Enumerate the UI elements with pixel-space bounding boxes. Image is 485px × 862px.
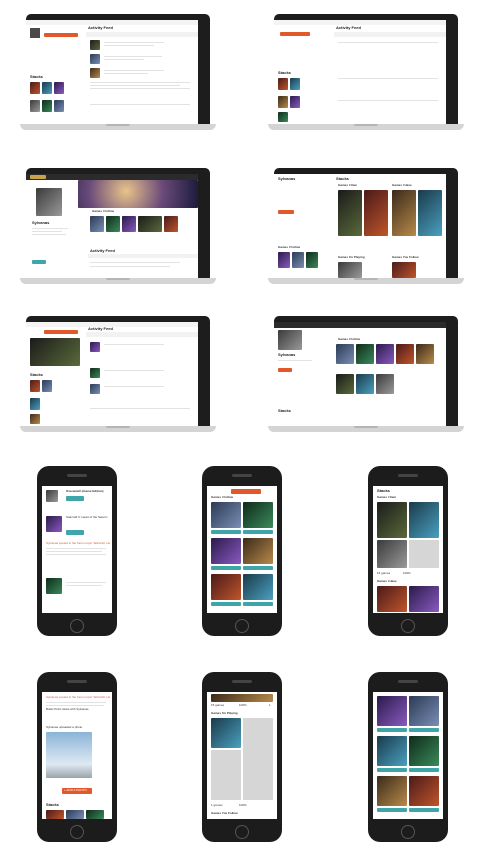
news-line: Bullet Point ranks with Sylvanas [46, 708, 89, 711]
percent: 100% [403, 572, 411, 575]
profile-follow-button[interactable] [32, 260, 46, 264]
profile-name: Sylvanas [278, 352, 296, 357]
follow-button[interactable] [211, 530, 241, 534]
profile-banner [78, 180, 198, 208]
games-i-follow-label: Games I Follow [338, 338, 361, 341]
laptop-stacks: Sylvanas Stacks Games I Own Games I Have… [268, 168, 464, 286]
follow-button[interactable] [44, 330, 78, 334]
post-link[interactable]: Sylvanas posted in the forum topic: Warc… [46, 696, 110, 699]
stacks-heading: Stacks [336, 176, 349, 181]
follow-button[interactable] [211, 566, 241, 570]
phone-feed: Overwatch (Game Edition) Starcraft II: H… [37, 466, 117, 636]
status-count: 1 [269, 704, 271, 707]
follow-button[interactable] [280, 32, 310, 36]
games-you-follow-label: Games You Follow [392, 256, 419, 259]
activity-feed-screen: Activity Feed Stacks [26, 20, 198, 124]
feed-line: Starcraft II: Heart of the Swarm [66, 516, 108, 519]
tab-follow[interactable] [231, 489, 261, 494]
games-playing-label: Games I'm Playing [211, 712, 238, 715]
laptop-activity-feed-3: Activity Feed Stacks [20, 316, 216, 434]
phone-playing: 15 games 100% 1 Games I'm Playing 1 game… [202, 672, 282, 842]
feed-title: Activity Feed [88, 25, 113, 30]
games-i-have-label: Games I Have [377, 580, 397, 583]
percent: 100% [239, 804, 247, 807]
game-count-small: 1 games [211, 804, 223, 807]
uploaded-photo [46, 732, 92, 778]
game-count: 15 games [377, 572, 391, 575]
follow-button[interactable] [278, 368, 292, 372]
follow-button[interactable] [243, 530, 273, 534]
phone-feed-2: Sylvanas posted in the forum topic: Warc… [37, 672, 117, 842]
games-i-own-label: Games I Own [338, 184, 358, 187]
follow-button[interactable] [243, 602, 273, 606]
follow-button[interactable] [377, 728, 407, 732]
stacks-heading: Stacks [30, 74, 43, 79]
photo-caption: Sylvanas uploaded a photo [46, 726, 83, 729]
follow-button[interactable] [409, 808, 439, 812]
follow-button[interactable] [377, 768, 407, 772]
stacks-heading: Stacks [46, 802, 59, 807]
stacks-heading: Stacks [278, 408, 291, 413]
phone-stacks: Stacks Games I Own 15 games 100% Games I… [368, 466, 448, 636]
follow-button[interactable] [44, 33, 78, 37]
game-count: 15 games [211, 704, 225, 707]
percent: 100% [239, 704, 247, 707]
games-playing-label: Games I'm Playing [338, 256, 365, 259]
stacks-heading: Stacks [278, 70, 291, 75]
games-i-have-label: Games I Have [392, 184, 412, 187]
games-i-follow-label: Games I Follow [278, 246, 301, 249]
follow-button[interactable] [278, 210, 294, 214]
laptop-profile-2: Sylvanas Stacks Games I Follow [268, 316, 464, 434]
tabs-bar [86, 32, 198, 37]
follow-button[interactable] [211, 602, 241, 606]
follow-button[interactable] [377, 808, 407, 812]
feed-title: Activity Feed [336, 25, 361, 30]
stacks-heading: Stacks [377, 488, 390, 493]
games-i-follow-label: Games I Follow [211, 496, 234, 499]
follow-button[interactable] [409, 768, 439, 772]
phone-games-follow: Games I Follow [202, 466, 282, 636]
feed-title: Activity Feed [90, 248, 115, 253]
feed-item-title: Overwatch (Game Edition) [66, 490, 104, 493]
laptop-profile: Sylvanas Games I Follow Activity Feed [20, 168, 216, 286]
profile-name: Sylvanas [278, 176, 296, 181]
follow-button[interactable] [409, 728, 439, 732]
follow-button[interactable] [66, 496, 84, 501]
stacks-heading: Stacks [30, 372, 43, 377]
profile-name: Sylvanas [32, 220, 50, 225]
feed-title: Activity Feed [88, 326, 113, 331]
games-i-own-label: Games I Own [377, 496, 397, 499]
avatar [30, 28, 40, 38]
post-link[interactable]: Sylvanas posted in the forum topic: Warc… [46, 542, 110, 545]
follow-button[interactable] [66, 530, 84, 535]
games-i-follow-label: Games I Follow [92, 210, 115, 213]
follow-button[interactable] [243, 566, 273, 570]
phone-follow-grid [368, 672, 448, 842]
laptop-activity-feed: Activity Feed Stacks [20, 14, 216, 132]
laptop-activity-feed-2: Activity Feed Stacks [268, 14, 464, 132]
games-you-follow-label: Games You Follow [211, 812, 238, 815]
add-photo-label: + ADD A PHOTO [64, 789, 87, 792]
